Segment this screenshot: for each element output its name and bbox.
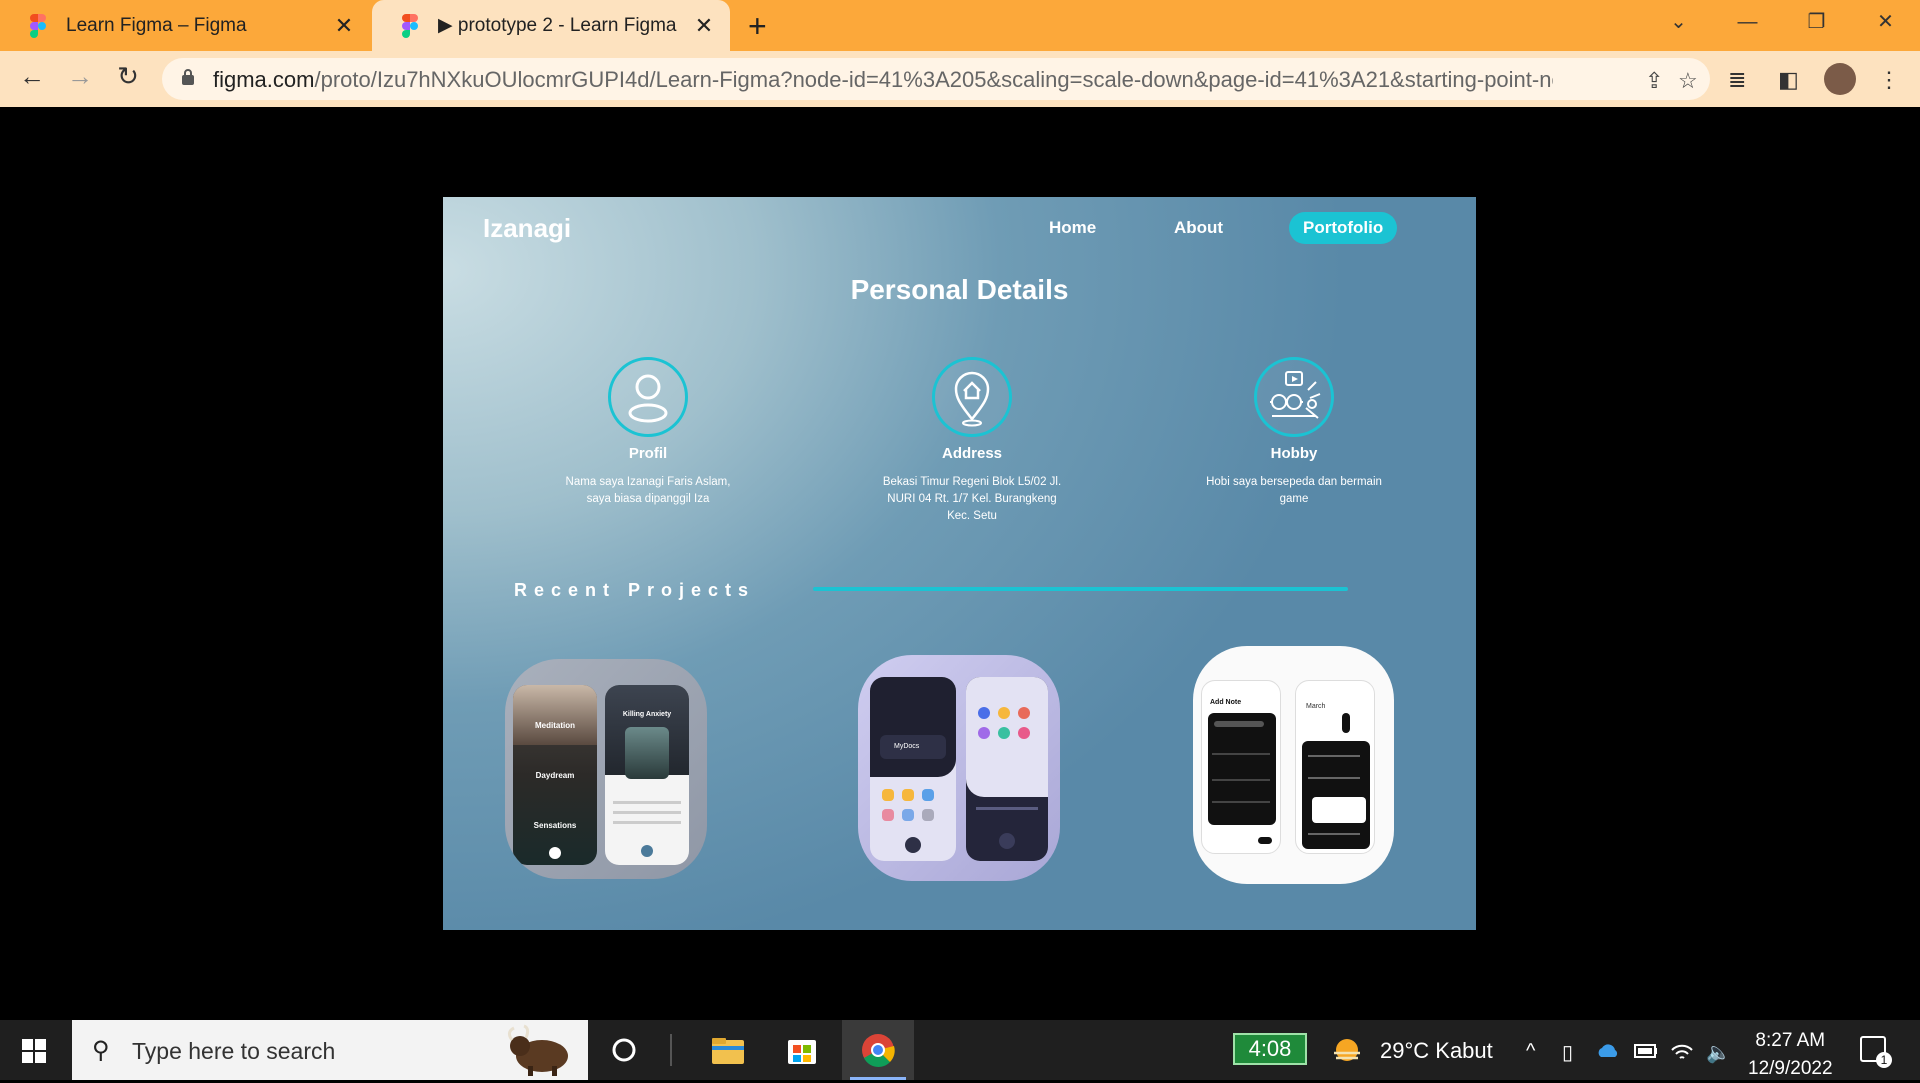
screen-label: Meditation: [535, 721, 575, 730]
profile-avatar[interactable]: [1824, 63, 1856, 95]
minimize-button[interactable]: —: [1713, 0, 1782, 44]
taskbar-search-input[interactable]: ⚲ Type here to search: [72, 1020, 588, 1080]
taskbar-clock[interactable]: 8:27 AM 12/9/2022: [1748, 1027, 1833, 1083]
file-explorer-icon[interactable]: [710, 1032, 746, 1068]
media-control-icon[interactable]: ≣: [1728, 67, 1746, 93]
search-icon: ⚲: [92, 1037, 110, 1064]
phone-screen: Meditation Daydream Sensations: [513, 685, 597, 865]
search-highlight-yak-icon: [507, 1024, 568, 1076]
nav-about[interactable]: About: [1174, 218, 1223, 238]
phone-screen: Killing Anxiety: [605, 685, 689, 865]
project-card-mydocs[interactable]: MyDocs: [858, 655, 1060, 881]
detail-profil: Profil Nama saya Izanagi Faris Aslam, sa…: [548, 357, 748, 508]
taskbar-divider: [670, 1034, 672, 1066]
restore-button[interactable]: ❐: [1782, 0, 1851, 44]
screen-label: March: [1306, 703, 1326, 710]
windows-start-icon[interactable]: [22, 1039, 46, 1063]
chrome-taskbar-item[interactable]: [842, 1020, 914, 1080]
tab-search-icon[interactable]: ⌄: [1644, 0, 1713, 44]
battery-time-badge[interactable]: 4:08: [1233, 1033, 1307, 1065]
tab-learn-figma[interactable]: Learn Figma – Figma ✕: [0, 0, 370, 51]
microsoft-store-icon[interactable]: [784, 1032, 820, 1068]
url-text: figma.com/proto/Izu7hNXkuOUlocmrGUPI4d/L…: [213, 67, 1553, 92]
figma-icon: [402, 13, 418, 38]
wifi-icon[interactable]: [1670, 1040, 1694, 1062]
hobby-icon: [1254, 357, 1334, 437]
bookmark-star-icon[interactable]: ☆: [1678, 68, 1698, 94]
window-controls: ⌄ — ❐ ✕: [1644, 0, 1920, 44]
reload-icon[interactable]: ↻: [110, 61, 146, 92]
project-card-meditation[interactable]: Meditation Daydream Sensations Killing A…: [505, 659, 707, 879]
menu-kebab-icon[interactable]: ⋮: [1878, 67, 1900, 93]
battery-icon[interactable]: [1634, 1044, 1658, 1058]
tab-close-icon[interactable]: ✕: [692, 13, 716, 39]
phone-screen: [966, 677, 1048, 861]
clock-time: 8:27 AM: [1755, 1030, 1826, 1051]
phone-screen: Add Note: [1201, 680, 1281, 854]
screen-label: MyDocs: [880, 735, 946, 759]
detail-text: Hobi saya bersepeda dan bermain game: [1206, 476, 1382, 505]
cortana-icon[interactable]: [606, 1032, 642, 1068]
new-tab-button[interactable]: +: [748, 8, 767, 45]
detail-label: Address: [941, 445, 1003, 462]
page-title: Personal Details: [850, 274, 1069, 305]
map-pin-home-icon: [932, 357, 1012, 437]
tab-title: Learn Figma – Figma: [66, 14, 247, 36]
tab-close-icon[interactable]: ✕: [332, 13, 356, 39]
prototype-frame: Izanagi Home About Portofolio Personal D…: [443, 197, 1476, 930]
side-panel-icon[interactable]: ◧: [1778, 67, 1799, 93]
chrome-icon: [862, 1034, 895, 1067]
volume-icon[interactable]: 🔈: [1706, 1040, 1731, 1065]
detail-text: Nama saya Izanagi Faris Aslam, saya bias…: [565, 476, 731, 505]
phone-screen: MyDocs: [870, 677, 956, 861]
address-bar-row: ← → ↻ figma.com/proto/Izu7hNXkuOUlocmrGU…: [0, 51, 1920, 107]
screen-label: Killing Anxiety: [622, 711, 672, 718]
nav-portofolio[interactable]: Portofolio: [1289, 212, 1398, 244]
weather-sun-icon: [1334, 1039, 1360, 1061]
detail-hobby: Hobby Hobi saya bersepeda dan bermain ga…: [1194, 357, 1394, 508]
notification-center-icon[interactable]: 1: [1860, 1036, 1892, 1068]
clock-date: 12/9/2022: [1748, 1058, 1833, 1079]
tab-prototype[interactable]: ▶ prototype 2 - Learn Figma ✕: [372, 0, 730, 51]
browser-tab-bar: Learn Figma – Figma ✕ ▶ prototype 2 - Le…: [0, 0, 1920, 51]
detail-label: Profil: [628, 445, 668, 462]
chevron-up-icon[interactable]: ^: [1526, 1040, 1535, 1063]
figma-icon: [30, 13, 46, 38]
project-card-notes[interactable]: Add Note March: [1193, 646, 1394, 884]
forward-icon[interactable]: →: [62, 61, 98, 92]
windows-taskbar: ⚲ Type here to search 4:08 29°C Kabut ^ …: [0, 1020, 1920, 1080]
phone-screen: March: [1295, 680, 1375, 854]
tab-title: ▶ prototype 2 - Learn Figma: [438, 15, 677, 36]
lock-icon: [182, 69, 194, 85]
device-icon[interactable]: ▯: [1562, 1040, 1573, 1065]
back-icon[interactable]: ←: [14, 61, 50, 92]
screen-label: Add Note: [1210, 699, 1242, 706]
site-logo[interactable]: Izanagi: [483, 213, 571, 244]
notification-count: 1: [1876, 1052, 1892, 1068]
recent-projects-heading: Recent Projects: [514, 580, 756, 600]
section-divider: [813, 587, 1348, 591]
screen-label: Sensations: [533, 821, 577, 830]
weather-text[interactable]: 29°C Kabut: [1380, 1038, 1493, 1064]
detail-label: Hobby: [1270, 445, 1318, 462]
screen-label: Daydream: [535, 771, 575, 780]
share-icon[interactable]: ⇪: [1645, 68, 1663, 94]
user-icon: [608, 357, 688, 437]
url-input[interactable]: figma.com/proto/Izu7hNXkuOUlocmrGUPI4d/L…: [162, 58, 1710, 100]
nav-home[interactable]: Home: [1049, 218, 1096, 238]
onedrive-cloud-icon[interactable]: [1596, 1042, 1620, 1058]
close-window-button[interactable]: ✕: [1851, 0, 1920, 44]
detail-text: Bekasi Timur Regeni Blok L5/02 Jl. NURI …: [882, 476, 1062, 522]
search-placeholder: Type here to search: [132, 1038, 336, 1064]
detail-address: Address Bekasi Timur Regeni Blok L5/02 J…: [872, 357, 1072, 525]
